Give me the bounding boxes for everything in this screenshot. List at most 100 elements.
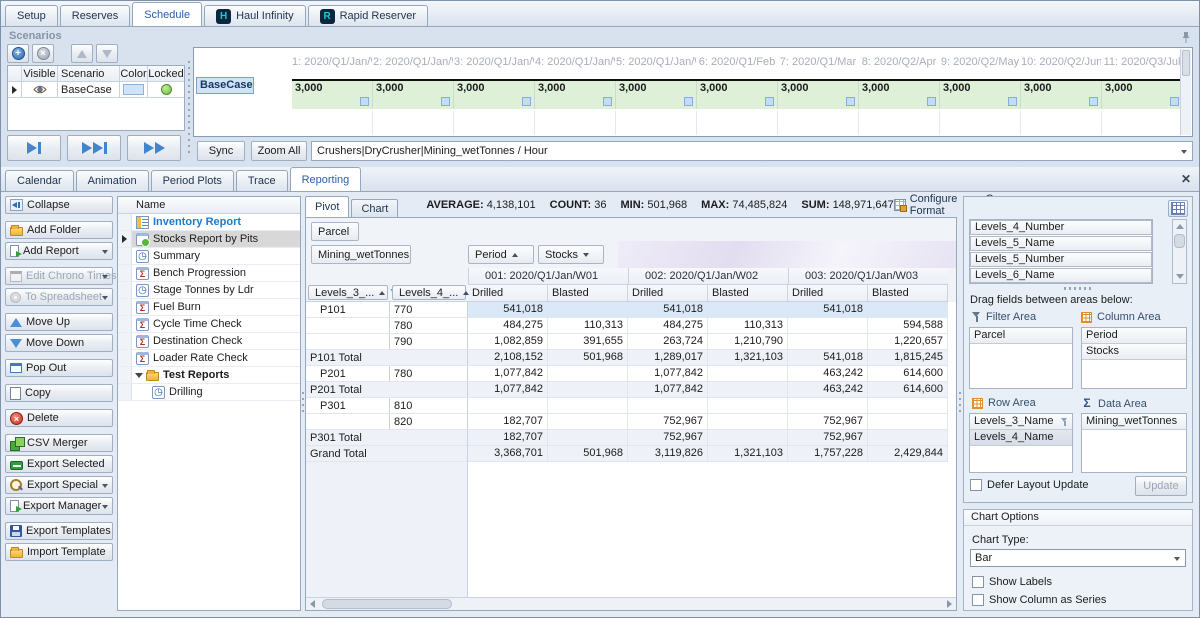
sub-column-drilled[interactable]: Drilled — [468, 285, 548, 302]
import-template-button[interactable]: Import Template — [5, 543, 113, 561]
value-cell[interactable] — [868, 430, 948, 446]
period-handle-icon[interactable] — [765, 97, 774, 106]
value-cell[interactable]: 484,275 — [468, 318, 548, 334]
table-row[interactable]: P101 770 541,018 541,018 541,018 — [306, 302, 956, 318]
fast-forward-button[interactable] — [127, 135, 181, 161]
csv-merger-button[interactable]: CSV Merger — [5, 434, 113, 452]
scroll-left-icon[interactable] — [310, 600, 315, 608]
grand-total-row[interactable]: Grand Total 3,368,701 501,968 3,119,826 … — [306, 446, 956, 462]
value-cell[interactable]: 2,429,844 — [868, 446, 948, 462]
value-cell[interactable]: 1,210,790 — [708, 334, 788, 350]
tab-animation[interactable]: Animation — [76, 170, 149, 191]
row-header-l3[interactable] — [306, 318, 390, 334]
data-area-box[interactable]: Mining_wetTonnes — [1081, 413, 1187, 473]
timeline-cell[interactable]: 3,000 — [697, 81, 778, 109]
sub-column-drilled[interactable]: Drilled — [628, 285, 708, 302]
value-cell[interactable] — [868, 302, 948, 318]
pop-out-button[interactable]: Pop Out — [5, 359, 113, 377]
value-cell[interactable]: 501,968 — [548, 446, 628, 462]
tree-item-cycle-time-check[interactable]: Cycle Time Check — [118, 316, 300, 333]
value-cell[interactable] — [548, 382, 628, 398]
value-cell[interactable] — [708, 366, 788, 382]
export-manager-button[interactable]: Export Manager — [5, 497, 113, 515]
row-header-l3[interactable]: P101 — [306, 302, 390, 318]
zoom-all-button[interactable]: Zoom All — [251, 141, 307, 161]
fast-forward-to-end-button[interactable] — [67, 135, 121, 161]
field-item[interactable]: Stocks — [1082, 344, 1186, 360]
add-report-button[interactable]: Add Report — [5, 242, 113, 260]
show-labels-checkbox[interactable] — [972, 576, 984, 588]
period-header[interactable]: 11: 2020/Q3/Jul — [1102, 50, 1180, 74]
column-field-period[interactable]: Period — [468, 245, 534, 264]
value-cell[interactable]: 752,967 — [788, 414, 868, 430]
scroll-up-icon[interactable] — [1176, 224, 1184, 229]
tab-chart[interactable]: Chart — [351, 199, 398, 217]
scrollbar-thumb[interactable] — [1182, 50, 1190, 76]
value-cell[interactable] — [788, 318, 868, 334]
value-cell[interactable]: 752,967 — [788, 430, 868, 446]
value-cell[interactable]: 263,724 — [628, 334, 708, 350]
scroll-right-icon[interactable] — [947, 600, 952, 608]
filter-icon[interactable] — [1061, 418, 1068, 426]
tree-item-destination-check[interactable]: Destination Check — [118, 333, 300, 350]
move-scenario-down-button[interactable] — [96, 44, 118, 63]
total-row[interactable]: P101 Total 2,108,152 501,968 1,289,017 1… — [306, 350, 956, 366]
timeline-cell[interactable]: 3,000 — [859, 81, 940, 109]
export-templates-button[interactable]: Export Templates — [5, 522, 113, 540]
step-forward-button[interactable] — [7, 135, 61, 161]
row-header-l4[interactable]: 780 — [390, 318, 468, 334]
timeline-vertical-scrollbar[interactable] — [1180, 49, 1191, 135]
column-field-stocks[interactable]: Stocks — [538, 245, 604, 264]
close-icon[interactable]: ✕ — [1181, 172, 1191, 186]
value-cell[interactable] — [708, 302, 788, 318]
field-item[interactable]: Mining_wetTonnes — [1082, 414, 1186, 430]
value-cell[interactable] — [788, 334, 868, 350]
field-item[interactable]: Levels_4_Name — [970, 430, 1072, 446]
field-list-splitter[interactable] — [1064, 287, 1094, 290]
sub-column-drilled[interactable]: Drilled — [788, 285, 868, 302]
value-cell[interactable]: 501,968 — [548, 350, 628, 366]
copy-button[interactable]: Copy — [5, 384, 113, 402]
tab-haul-infinity[interactable]: HHaul Infinity — [204, 5, 305, 26]
horizontal-scrollbar[interactable] — [306, 597, 956, 610]
column-group-w03[interactable]: 003: 2020/Q1/Jan/W03 — [788, 268, 948, 285]
field-item[interactable]: Levels_5_Number — [970, 252, 1152, 267]
row-header-l4[interactable]: 770 — [390, 302, 468, 318]
sync-button[interactable]: Sync — [197, 141, 245, 161]
field-item[interactable]: Levels_5_Name — [970, 236, 1152, 251]
value-cell[interactable] — [548, 366, 628, 382]
value-cell[interactable] — [548, 398, 628, 414]
period-handle-icon[interactable] — [927, 97, 936, 106]
row-header-l3[interactable] — [306, 334, 390, 350]
timeline-cell[interactable]: 3,000 — [373, 81, 454, 109]
tab-rapid-reserver[interactable]: RRapid Reserver — [308, 5, 428, 26]
row-area-box[interactable]: Levels_3_Name Levels_4_Name — [969, 413, 1073, 473]
value-cell[interactable] — [468, 398, 548, 414]
total-row[interactable]: P201 Total 1,077,842 1,077,842 463,242 6… — [306, 382, 956, 398]
value-cell[interactable]: 752,967 — [628, 430, 708, 446]
period-header[interactable]: 2: 2020/Q1/Jan/W02 — [373, 50, 454, 74]
column-group-w01[interactable]: 001: 2020/Q1/Jan/W01 — [468, 268, 628, 285]
scrollbar-thumb[interactable] — [322, 599, 452, 609]
tab-pivot[interactable]: Pivot — [305, 196, 349, 217]
period-header[interactable]: 5: 2020/Q1/Jan/W05 — [616, 50, 697, 74]
period-handle-icon[interactable] — [441, 97, 450, 106]
tree-item-bench-progression[interactable]: Bench Progression — [118, 265, 300, 282]
period-handle-icon[interactable] — [1089, 97, 1098, 106]
field-item[interactable]: Levels_3_Name — [970, 414, 1072, 430]
field-list-scrollbar[interactable] — [1172, 219, 1187, 284]
tree-item-fuel-burn[interactable]: Fuel Burn — [118, 299, 300, 316]
column-area-box[interactable]: Period Stocks — [1081, 327, 1187, 389]
row-header-l3[interactable]: P301 — [306, 398, 390, 414]
sub-column-blasted[interactable]: Blasted — [548, 285, 628, 302]
value-cell[interactable]: 541,018 — [628, 302, 708, 318]
add-scenario-button[interactable]: + — [7, 44, 29, 63]
period-handle-icon[interactable] — [603, 97, 612, 106]
value-cell[interactable] — [708, 414, 788, 430]
add-folder-button[interactable]: Add Folder — [5, 221, 113, 239]
field-item[interactable]: Period — [1082, 328, 1186, 344]
scenario-row[interactable]: BaseCase — [8, 82, 184, 98]
tab-trace[interactable]: Trace — [236, 170, 288, 191]
value-cell[interactable]: 1,289,017 — [628, 350, 708, 366]
timeline-cell[interactable]: 3,000 — [292, 81, 373, 109]
